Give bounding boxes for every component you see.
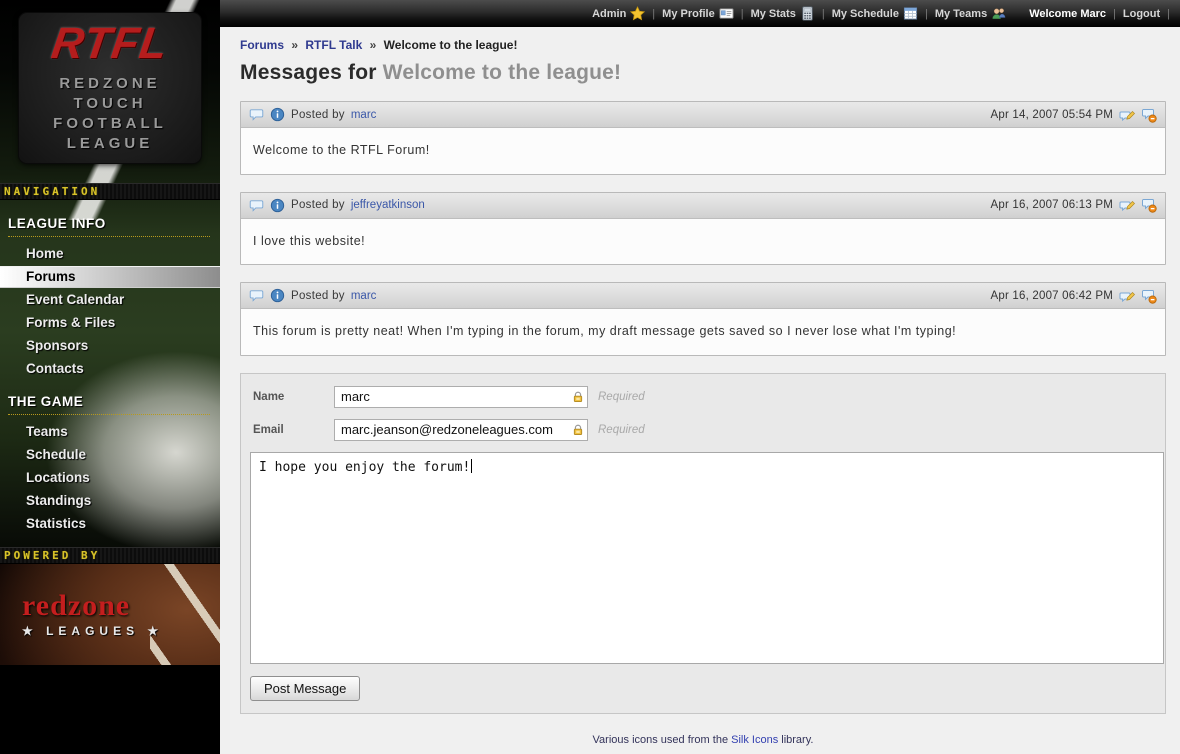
posted-by-label: Posted by (291, 290, 345, 302)
email-label: Email (250, 424, 334, 436)
topbar-item-admin[interactable]: Admin (592, 6, 645, 21)
redzone-logo-name: redzone (22, 591, 220, 621)
message-date: Apr 16, 2007 06:42 PM (991, 290, 1113, 302)
welcome-user-label: Welcome Marc (1029, 8, 1106, 20)
topbar-separator: | (1167, 8, 1170, 20)
edit-comment-icon[interactable] (1119, 107, 1135, 123)
footer-credits: Various icons used from the Silk Icons l… (240, 734, 1166, 754)
sidebar-item-forms-files[interactable]: Forms & Files (0, 312, 220, 334)
message-header: Posted by marc Apr 16, 2007 06:42 PM (241, 283, 1165, 309)
message-date: Apr 16, 2007 06:13 PM (991, 199, 1113, 211)
page-title-topic: Welcome to the league! (383, 61, 622, 84)
info-icon[interactable] (270, 288, 285, 303)
comment-icon (249, 198, 264, 213)
message-date: Apr 14, 2007 05:54 PM (991, 109, 1113, 121)
group-icon (991, 6, 1006, 21)
author-link[interactable]: marc (351, 290, 377, 302)
section-header-the-game: THE GAME (8, 394, 210, 415)
league-logo-name: REDZONE TOUCH FOOTBALL LEAGUE (53, 74, 167, 155)
silk-icons-link[interactable]: Silk Icons (731, 734, 778, 746)
powered-by-header: POWERED BY (4, 549, 100, 562)
lock-icon (571, 390, 585, 404)
navigation-header: NAVIGATION (4, 185, 100, 198)
logout-link[interactable]: Logout (1123, 8, 1160, 20)
sidebar-item-standings[interactable]: Standings (0, 490, 220, 512)
topbar-item-my-teams[interactable]: My Teams (935, 6, 1006, 21)
required-hint: Required (598, 391, 645, 403)
main-content: Forums » RTFL Talk » Welcome to the leag… (220, 27, 1180, 754)
message-post: Posted by marc Apr 14, 2007 05:54 PM Wel… (240, 101, 1166, 175)
edit-comment-icon[interactable] (1119, 197, 1135, 213)
calendar-table-icon (903, 6, 918, 21)
sidebar-item-statistics[interactable]: Statistics (0, 513, 220, 535)
redzone-leagues-logo[interactable]: redzone ★ LEAGUES ★ (0, 564, 220, 665)
topbar-separator: | (741, 8, 744, 20)
sidebar-item-contacts[interactable]: Contacts (0, 358, 220, 380)
required-hint: Required (598, 424, 645, 436)
sidebar-item-teams[interactable]: Teams (0, 421, 220, 443)
sidebar-item-sponsors[interactable]: Sponsors (0, 335, 220, 357)
message-header: Posted by jeffreyatkinson Apr 16, 2007 0… (241, 193, 1165, 219)
comment-icon (249, 288, 264, 303)
name-field[interactable] (334, 386, 588, 408)
text-cursor (471, 459, 472, 473)
message-header: Posted by marc Apr 14, 2007 05:54 PM (241, 102, 1165, 128)
breadcrumb: Forums » RTFL Talk » Welcome to the leag… (240, 38, 1166, 52)
league-logo-acronym: RTFL (49, 22, 171, 66)
league-logo[interactable]: RTFL REDZONE TOUCH FOOTBALL LEAGUE (19, 13, 201, 163)
posted-by-label: Posted by (291, 199, 345, 211)
sidebar-item-forums[interactable]: Forums (0, 266, 220, 288)
sidebar-item-schedule[interactable]: Schedule (0, 444, 220, 466)
message-post: Posted by jeffreyatkinson Apr 16, 2007 0… (240, 192, 1166, 266)
lock-icon (571, 423, 585, 437)
topbar: Admin | My Profile | My Stats | My Sched… (220, 0, 1180, 27)
topbar-separator: | (1113, 8, 1116, 20)
message-body: Welcome to the RTFL Forum! (241, 128, 1165, 174)
breadcrumb-separator: » (291, 38, 298, 52)
post-message-button[interactable]: Post Message (250, 676, 360, 701)
breadcrumb-rtfl-talk-link[interactable]: RTFL Talk (305, 38, 362, 52)
comment-icon (249, 107, 264, 122)
navigation-led-bar: NAVIGATION (0, 183, 220, 200)
page-title: Messages for Welcome to the league! (240, 61, 1166, 85)
sidebar-item-home[interactable]: Home (0, 243, 220, 265)
post-message-form: Name Required Email Required (240, 373, 1166, 714)
topbar-separator: | (652, 8, 655, 20)
info-icon[interactable] (270, 198, 285, 213)
author-link[interactable]: jeffreyatkinson (351, 199, 425, 211)
vcard-icon (719, 6, 734, 21)
redzone-logo-sub: ★ LEAGUES ★ (22, 624, 220, 638)
breadcrumb-forums-link[interactable]: Forums (240, 38, 284, 52)
sidebar-menu: LEAGUE INFO Home Forums Event Calendar F… (0, 200, 220, 535)
powered-by-led-bar: POWERED BY (0, 547, 220, 564)
message-post: Posted by marc Apr 16, 2007 06:42 PM Thi… (240, 282, 1166, 356)
sidebar: RTFL REDZONE TOUCH FOOTBALL LEAGUE NAVIG… (0, 0, 220, 754)
breadcrumb-current: Welcome to the league! (384, 38, 518, 52)
delete-comment-icon[interactable] (1141, 107, 1157, 123)
posted-by-label: Posted by (291, 109, 345, 121)
sidebar-item-event-calendar[interactable]: Event Calendar (0, 289, 220, 311)
message-textarea[interactable]: I hope you enjoy the forum! (250, 452, 1164, 664)
calculator-icon (800, 6, 815, 21)
topbar-separator: | (822, 8, 825, 20)
section-header-league-info: LEAGUE INFO (8, 216, 210, 237)
topbar-item-my-profile[interactable]: My Profile (662, 6, 734, 21)
breadcrumb-separator: » (370, 38, 377, 52)
topbar-separator: | (925, 8, 928, 20)
email-field[interactable] (334, 419, 588, 441)
sidebar-item-locations[interactable]: Locations (0, 467, 220, 489)
edit-comment-icon[interactable] (1119, 288, 1135, 304)
topbar-item-my-schedule[interactable]: My Schedule (832, 6, 918, 21)
star-icon (630, 6, 645, 21)
info-icon[interactable] (270, 107, 285, 122)
message-body: This forum is pretty neat! When I'm typi… (241, 309, 1165, 355)
topbar-item-my-stats[interactable]: My Stats (751, 6, 815, 21)
delete-comment-icon[interactable] (1141, 288, 1157, 304)
delete-comment-icon[interactable] (1141, 197, 1157, 213)
name-label: Name (250, 391, 334, 403)
author-link[interactable]: marc (351, 109, 377, 121)
message-body: I love this website! (241, 219, 1165, 265)
